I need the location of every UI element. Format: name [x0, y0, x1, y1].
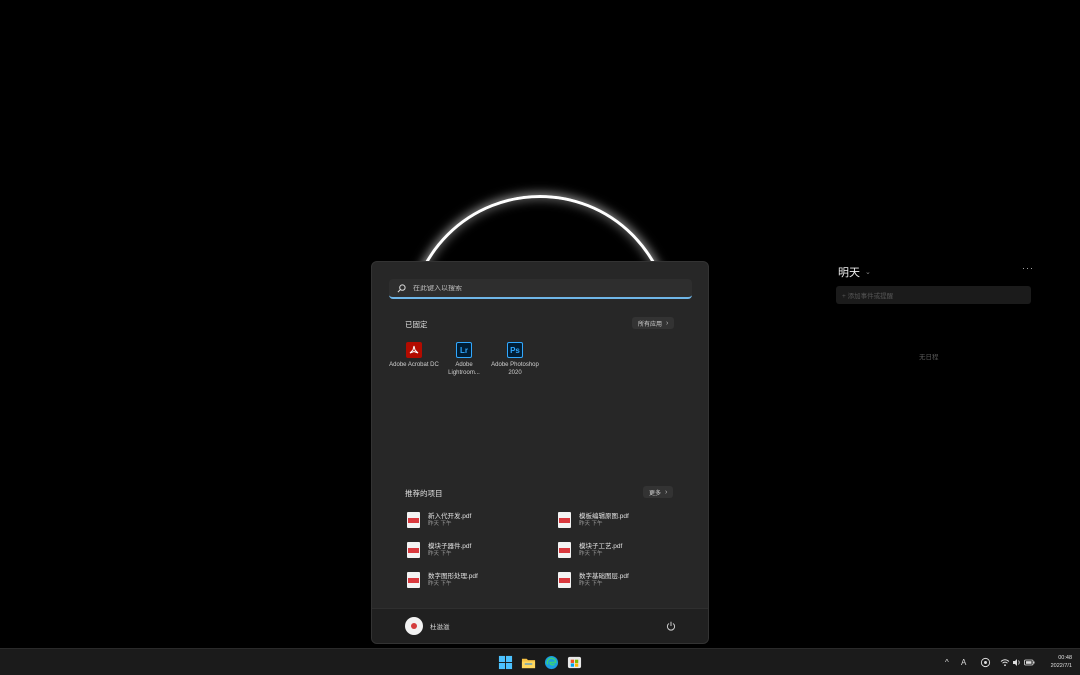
pinned-section-title: 已固定 — [405, 320, 428, 329]
photoshop-icon: Ps — [507, 342, 523, 358]
tray-overflow-chevron[interactable]: ^ — [945, 658, 949, 667]
widget-title-button[interactable]: 明天 ⌄ — [838, 264, 871, 280]
recommended-item[interactable]: 数字图形处理.pdf 昨天 下午 — [407, 569, 547, 591]
file-name: 模块子器件.pdf — [428, 542, 472, 550]
widget-empty-text: 无日程 — [919, 354, 939, 361]
chevron-right-icon: › — [665, 488, 668, 496]
store-app-icon[interactable] — [567, 655, 582, 670]
pinned-app-acrobat[interactable]: Adobe Acrobat DC — [389, 342, 439, 370]
user-account-button[interactable]: 杜滋滋 — [405, 617, 450, 635]
search-box[interactable] — [389, 279, 692, 299]
file-time: 昨天 下午 — [579, 550, 603, 557]
all-apps-button[interactable]: 所有应用 › — [632, 317, 675, 329]
edge-browser-icon[interactable] — [544, 655, 559, 670]
chevron-down-icon: ⌄ — [865, 269, 871, 276]
pdf-file-icon — [407, 542, 420, 558]
widget-title: 明天 — [838, 267, 860, 279]
app-label: Adobe Acrobat DC — [389, 362, 439, 368]
pdf-file-icon — [407, 572, 420, 588]
recommended-item[interactable]: 模板编辑原图.pdf 昨天 下午 — [558, 509, 698, 531]
file-name: 模块子工艺.pdf — [579, 542, 623, 550]
search-input[interactable] — [413, 284, 673, 292]
volume-icon[interactable] — [1012, 658, 1021, 667]
file-time: 昨天 下午 — [428, 520, 452, 527]
file-time: 昨天 下午 — [579, 580, 603, 587]
more-button[interactable]: 更多 › — [643, 486, 674, 498]
more-label: 更多 — [649, 490, 662, 497]
file-time: 昨天 下午 — [579, 520, 603, 527]
more-options-icon[interactable]: ··· — [1022, 263, 1034, 273]
file-time: 昨天 下午 — [428, 550, 452, 557]
avatar — [405, 617, 423, 635]
file-name: 模板编辑原图.pdf — [579, 512, 629, 520]
start-menu-footer: 杜滋滋 — [372, 608, 708, 643]
focus-assist-icon[interactable] — [980, 657, 991, 668]
pdf-file-icon — [558, 572, 571, 588]
file-time: 昨天 下午 — [428, 580, 452, 587]
pdf-file-icon — [407, 512, 420, 528]
all-apps-label: 所有应用 — [638, 321, 663, 328]
app-label: Adobe Photoshop 2020 — [491, 362, 539, 376]
power-icon[interactable] — [666, 621, 676, 631]
taskbar: ^ A 00:48 2022/7/1 — [0, 648, 1080, 675]
recommended-item[interactable]: 模块子器件.pdf 昨天 下午 — [407, 539, 547, 561]
lightroom-icon: Lr — [456, 342, 472, 358]
pinned-app-lightroom[interactable]: Lr Adobe Lightroom... — [439, 342, 489, 377]
file-name: 数字基础图层.pdf — [579, 572, 629, 580]
user-name: 杜滋滋 — [430, 624, 450, 631]
input-method-indicator[interactable]: A — [961, 658, 966, 667]
add-event-input[interactable]: + 添加事件或提醒 — [836, 286, 1031, 304]
file-name: 新入代开发.pdf — [428, 512, 472, 520]
recommended-section-title: 推荐的项目 — [405, 489, 443, 498]
acrobat-icon — [406, 342, 422, 358]
pdf-file-icon — [558, 542, 571, 558]
clock-time: 00:48 — [1058, 655, 1072, 661]
recommended-item[interactable]: 新入代开发.pdf 昨天 下午 — [407, 509, 547, 531]
pdf-file-icon — [558, 512, 571, 528]
recommended-item[interactable]: 数字基础图层.pdf 昨天 下午 — [558, 569, 698, 591]
system-clock[interactable]: 00:48 2022/7/1 — [1051, 654, 1072, 670]
clock-date: 2022/7/1 — [1050, 663, 1072, 669]
chevron-right-icon: › — [666, 319, 669, 327]
app-label: Adobe Lightroom... — [448, 362, 480, 376]
file-explorer-icon[interactable] — [521, 655, 536, 670]
wifi-icon[interactable] — [1000, 658, 1010, 667]
recommended-item[interactable]: 模块子工艺.pdf 昨天 下午 — [558, 539, 698, 561]
pinned-app-photoshop[interactable]: Ps Adobe Photoshop 2020 — [490, 342, 540, 377]
windows-start-icon[interactable] — [498, 655, 513, 670]
file-name: 数字图形处理.pdf — [428, 572, 478, 580]
search-icon — [397, 283, 406, 292]
battery-icon[interactable] — [1024, 658, 1035, 667]
start-menu: 已固定 所有应用 › Adobe Acrobat DC Lr Adobe Lig… — [371, 261, 709, 644]
